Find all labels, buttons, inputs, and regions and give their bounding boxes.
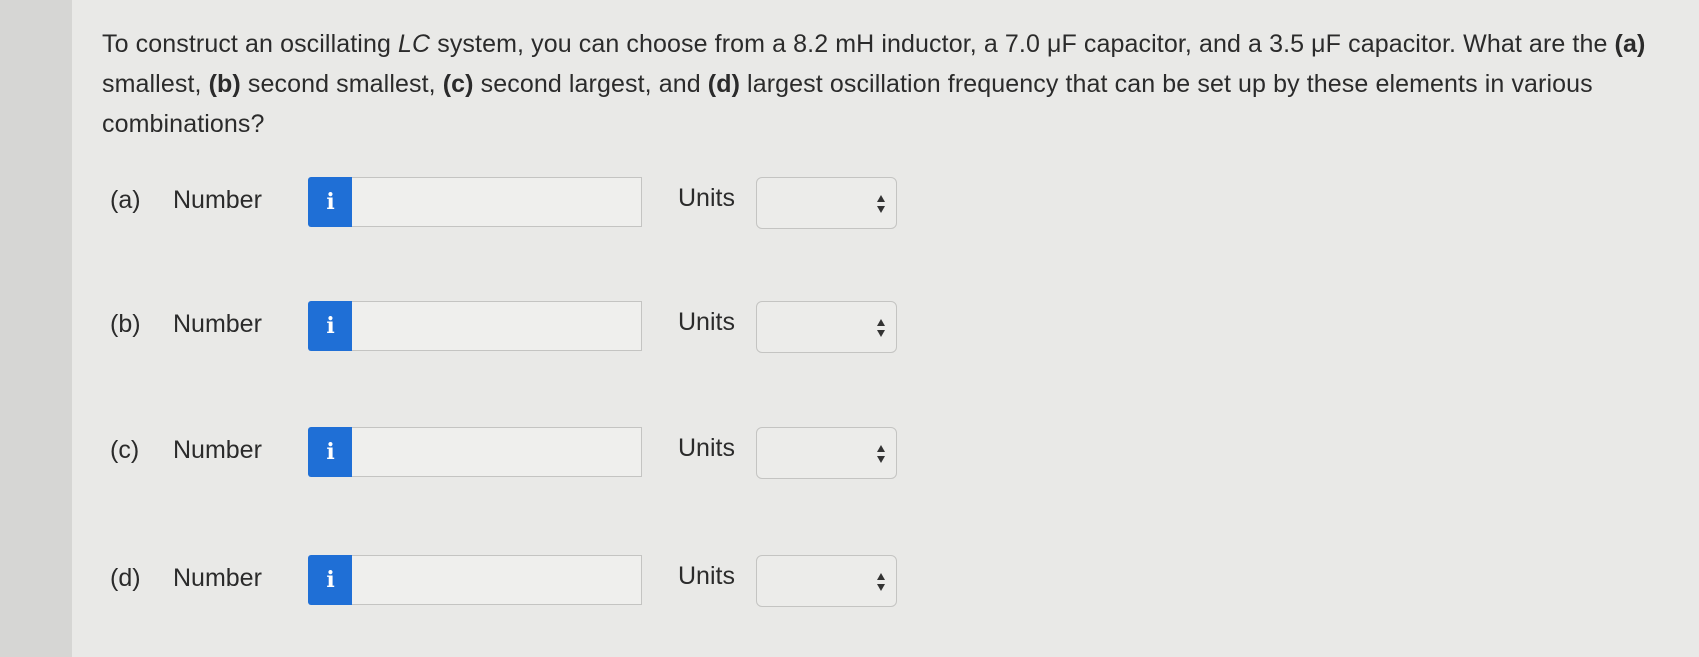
question-intro: To construct an oscillating <box>102 30 399 58</box>
units-label: Units <box>678 184 735 212</box>
number-label: Number <box>173 310 262 338</box>
up-down-arrows-icon <box>876 318 886 338</box>
answer-row-a: (a) Number i Units <box>0 174 1699 230</box>
number-label: Number <box>173 564 262 592</box>
info-glyph: i <box>326 567 335 593</box>
part-label: (d) <box>110 564 141 592</box>
question-text: To construct an oscillating LC system, y… <box>102 24 1662 144</box>
units-select[interactable] <box>756 427 897 479</box>
part-c-text: second largest, and <box>473 70 708 98</box>
part-b-text: second smallest, <box>240 70 443 98</box>
units-label: Units <box>678 308 735 336</box>
info-icon[interactable]: i <box>308 301 353 351</box>
part-a-text: smallest, <box>102 70 209 98</box>
up-down-arrows-icon <box>876 572 886 592</box>
part-b-marker: (b) <box>208 70 241 98</box>
info-glyph: i <box>326 189 335 215</box>
units-label: Units <box>678 562 735 590</box>
info-glyph: i <box>326 439 335 465</box>
part-d-marker: (d) <box>707 70 741 98</box>
part-a-marker: (a) <box>1614 30 1646 58</box>
part-c-marker: (c) <box>442 70 474 98</box>
up-down-arrows-icon <box>876 444 886 464</box>
question-italic-term: LC <box>398 30 431 58</box>
info-icon[interactable]: i <box>308 555 353 605</box>
part-label: (b) <box>110 310 141 338</box>
units-label: Units <box>678 434 735 462</box>
number-input[interactable] <box>352 555 642 605</box>
info-icon[interactable]: i <box>308 427 353 477</box>
units-select[interactable] <box>756 177 897 229</box>
info-glyph: i <box>326 313 335 339</box>
up-down-arrows-icon <box>876 194 886 214</box>
part-label: (a) <box>110 186 141 214</box>
answer-row-d: (d) Number i Units <box>0 552 1699 608</box>
question-middle: system, you can choose from a 8.2 mH ind… <box>430 30 1615 58</box>
number-label: Number <box>173 436 262 464</box>
number-input[interactable] <box>352 177 642 227</box>
number-input[interactable] <box>352 301 642 351</box>
units-select[interactable] <box>756 555 897 607</box>
answer-row-c: (c) Number i Units <box>0 424 1699 480</box>
units-select[interactable] <box>756 301 897 353</box>
part-label: (c) <box>110 436 140 464</box>
answer-row-b: (b) Number i Units <box>0 298 1699 354</box>
number-input[interactable] <box>352 427 642 477</box>
info-icon[interactable]: i <box>308 177 353 227</box>
number-label: Number <box>173 186 262 214</box>
